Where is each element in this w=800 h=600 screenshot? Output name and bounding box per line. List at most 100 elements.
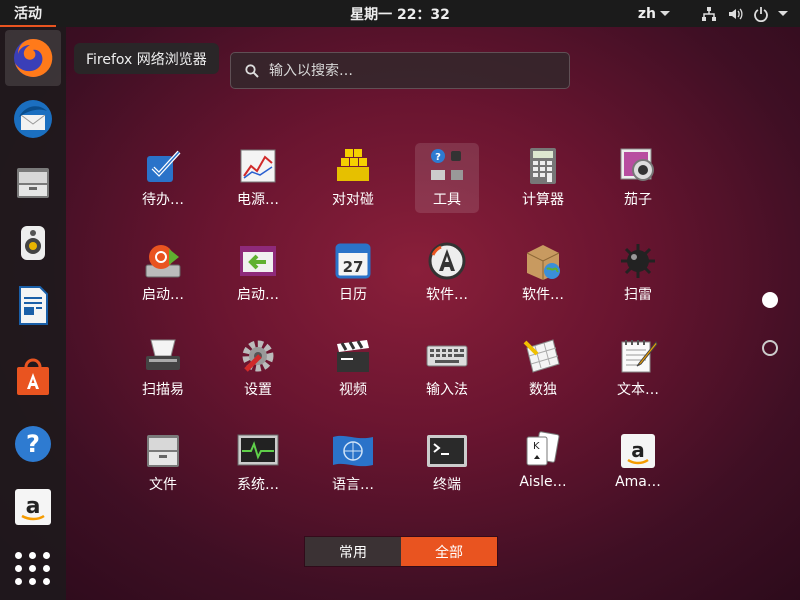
svg-text:a: a (26, 494, 41, 519)
rhythmbox-launcher[interactable] (5, 215, 61, 271)
activities-button[interactable]: 活动 (0, 0, 56, 27)
thunderbird-icon (14, 100, 52, 138)
calendar-icon: 27 (335, 243, 371, 279)
grid-dot-icon (29, 551, 36, 559)
system-tray: zh (638, 0, 788, 27)
app-label: 软件… (522, 287, 564, 303)
app-software-properties[interactable]: 软件… (511, 238, 575, 308)
app-system-monitor[interactable]: 系统… (226, 428, 290, 498)
blocks-icon (337, 149, 369, 181)
dock: ? a (0, 27, 66, 600)
speaker-icon (21, 226, 45, 260)
app-label: 扫描易 (142, 382, 184, 398)
mine-icon (621, 244, 655, 278)
app-settings[interactable]: 设置 (226, 333, 290, 403)
volume-icon[interactable] (726, 5, 744, 23)
app-terminal[interactable]: 终端 (415, 428, 479, 498)
app-label: 系统… (237, 477, 279, 493)
clock-label[interactable]: 星期一 22：32 (350, 4, 450, 24)
app-calculator[interactable]: 计算器 (511, 143, 575, 213)
software-launcher[interactable] (5, 349, 61, 405)
app-label: 文本… (617, 382, 659, 398)
tab-frequent[interactable]: 常用 (305, 537, 401, 566)
app-simple-scan[interactable]: 扫描易 (131, 333, 195, 403)
app-label: 电源… (237, 192, 279, 208)
folder-grid-icon: ? (431, 149, 463, 180)
app-text-editor[interactable]: 文本… (606, 333, 670, 403)
chart-icon (240, 149, 276, 183)
firefox-launcher[interactable] (5, 30, 61, 86)
tab-all[interactable]: 全部 (401, 537, 497, 566)
app-label: 数独 (529, 382, 557, 398)
firefox-icon (14, 38, 53, 77)
app-videos[interactable]: 视频 (321, 333, 385, 403)
app-calendar[interactable]: 27 日历 (321, 238, 385, 308)
chevron-down-icon[interactable] (778, 11, 788, 16)
app-software-updater[interactable]: 软件… (415, 238, 479, 308)
keyboard-icon (426, 345, 468, 367)
firefox-tooltip: Firefox 网络浏览器 (74, 43, 219, 74)
sudoku-icon (523, 339, 560, 373)
app-swell-foop[interactable]: 对对碰 (321, 143, 385, 213)
app-label: 文件 (149, 477, 177, 493)
app-label: Ama… (615, 474, 661, 490)
app-power-statistics[interactable]: 电源… (226, 143, 290, 213)
app-input-method[interactable]: 输入法 (415, 333, 479, 403)
grid-dot-icon (15, 577, 22, 585)
app-label: Aisle… (519, 474, 567, 490)
app-aisleriot[interactable]: K Aisle… (511, 428, 575, 498)
app-cheese[interactable]: 茄子 (606, 143, 670, 213)
app-mines[interactable]: 扫雷 (606, 238, 670, 308)
writer-launcher[interactable] (5, 277, 61, 333)
app-label: 工具 (433, 192, 461, 208)
grid-dot-icon (43, 551, 50, 559)
search-box[interactable] (230, 52, 570, 89)
calculator-icon (530, 148, 556, 184)
language-selector[interactable]: zh (638, 6, 670, 22)
grid-dot-icon (43, 564, 50, 572)
app-files[interactable]: 文件 (131, 428, 195, 498)
view-switcher: 常用 全部 (304, 536, 498, 567)
svg-text:?: ? (26, 430, 40, 458)
app-startup-applications[interactable]: 启动… (226, 238, 290, 308)
app-startup-disk-creator[interactable]: 启动… (131, 238, 195, 308)
amazon-launcher[interactable]: a (5, 479, 61, 535)
app-label: 设置 (244, 382, 272, 398)
search-input[interactable] (269, 62, 549, 79)
scanner-icon (146, 339, 180, 370)
page-indicator-2[interactable] (762, 340, 778, 356)
webcam-icon (620, 148, 654, 181)
grid-dot-icon (29, 577, 36, 585)
package-globe-icon (526, 245, 560, 280)
files-launcher[interactable] (5, 154, 61, 210)
network-icon[interactable] (700, 5, 718, 23)
grid-dot-icon (43, 577, 50, 585)
app-label: 日历 (339, 287, 367, 303)
usb-drive-icon (145, 245, 181, 278)
app-label: 茄子 (624, 192, 652, 208)
thunderbird-launcher[interactable] (5, 91, 61, 147)
app-sudoku[interactable]: 数独 (511, 333, 575, 403)
power-icon[interactable] (752, 5, 770, 23)
monitor-pulse-icon (237, 434, 279, 466)
update-icon (428, 242, 466, 280)
app-utilities-folder[interactable]: ? 工具 (415, 143, 479, 213)
file-cabinet-icon (17, 168, 49, 198)
app-language-support[interactable]: 语言… (321, 428, 385, 498)
top-bar: 活动 星期一 22：32 zh (0, 0, 800, 27)
app-amazon[interactable]: a Ama… (606, 428, 670, 498)
app-label: 语言… (332, 477, 374, 493)
help-icon: ? (15, 426, 51, 462)
app-label: 启动… (237, 287, 279, 303)
show-applications-button[interactable] (5, 540, 61, 596)
app-label: 软件… (426, 287, 468, 303)
checkbox-icon (147, 150, 181, 182)
app-todo[interactable]: 待办… (131, 143, 195, 213)
grid-dot-icon (15, 551, 22, 559)
file-cabinet-icon (147, 435, 179, 467)
amazon-icon: a (15, 489, 51, 525)
help-launcher[interactable]: ? (5, 416, 61, 472)
page-indicator-1[interactable] (762, 292, 778, 308)
calendar-date: 27 (343, 258, 364, 276)
app-label: 终端 (433, 477, 461, 493)
